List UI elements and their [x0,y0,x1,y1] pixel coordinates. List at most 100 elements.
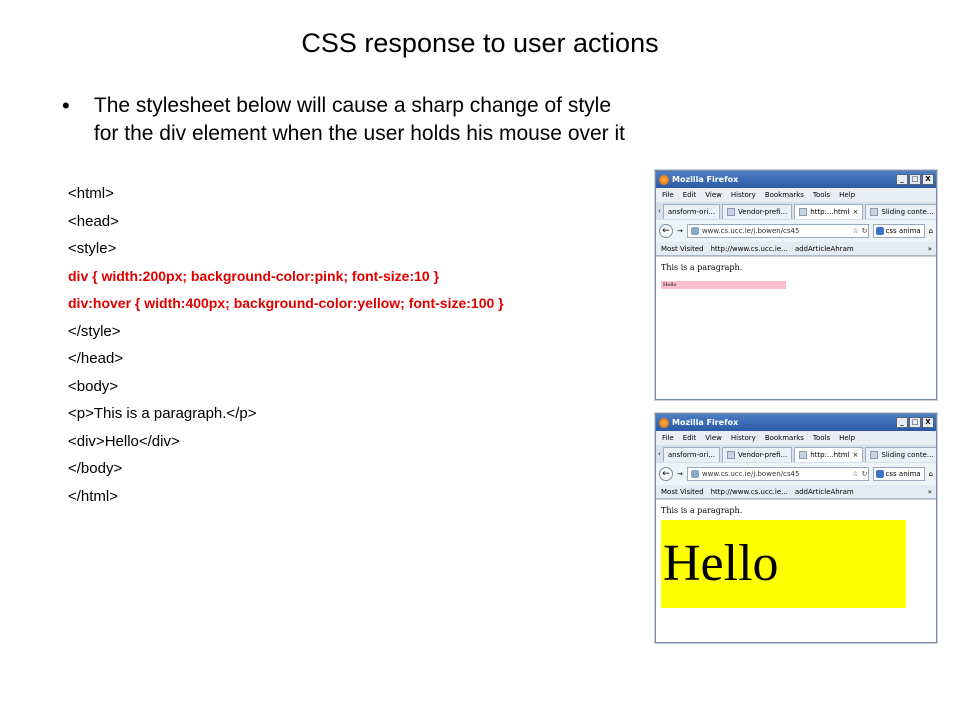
menu-tools[interactable]: Tools [813,434,830,442]
url-bar[interactable]: www.cs.ucc.ie/j.bowen/cs45 ☆ ↻ [686,224,869,238]
bookmark-most-visited[interactable]: Most Visited [661,488,704,496]
bookmark-most-visited[interactable]: Most Visited [661,245,704,253]
nav-bar: ← → www.cs.ucc.ie/j.bowen/cs45 ☆ ↻ css a… [656,220,936,242]
hello-div-hover[interactable]: Hello [661,520,906,608]
menu-history[interactable]: History [731,434,756,442]
menu-file[interactable]: File [662,434,674,442]
menu-file[interactable]: File [662,191,674,199]
tab-label: ansform-ori... [667,450,715,459]
menu-history[interactable]: History [731,191,756,199]
tab-label: http:...html [810,450,850,459]
search-text: css anima [885,470,921,478]
menu-bookmarks[interactable]: Bookmarks [765,434,804,442]
window-titlebar: Mozilla Firefox _ □ X [656,171,936,188]
code-line: </html> [68,487,119,505]
menu-help[interactable]: Help [839,191,855,199]
code-line: <html> [68,185,114,202]
tab-close-icon[interactable]: × [853,451,859,459]
code-line: <p>This is a paragraph.</p> [68,405,257,422]
bullet-point: • The stylesheet below will cause a shar… [62,92,632,148]
tab-close-icon[interactable]: × [853,208,859,216]
forward-arrow-icon[interactable]: → [677,227,683,235]
page-icon [726,450,735,459]
back-arrow-icon[interactable]: ← [659,467,673,481]
tab-bar: ‹ ansform-ori... Vendor-prefi... http:..… [656,202,936,220]
page-icon [870,207,879,216]
url-text: www.cs.ucc.ie/j.bowen/cs45 [701,470,800,478]
page-icon [799,207,808,216]
bullet-text: The stylesheet below will cause a sharp … [93,94,626,145]
home-icon[interactable]: ⌂ [929,470,933,478]
menu-view[interactable]: View [705,434,722,442]
nav-bar: ← → www.cs.ucc.ie/j.bowen/cs45 ☆ ↻ css a… [656,463,936,485]
search-box[interactable]: css anima [872,224,925,238]
menu-bookmarks[interactable]: Bookmarks [765,191,804,199]
tab-sliding[interactable]: Sliding conte... [865,203,936,219]
reload-icon[interactable]: ↻ [862,470,868,478]
site-icon [690,470,699,478]
tab-label: Vendor-prefi... [737,450,788,459]
browser-window-normal: Mozilla Firefox _ □ X File Edit View His… [655,170,937,400]
tab-transform[interactable]: ansform-ori... [662,446,720,462]
bullet-symbol: • [62,93,70,118]
minimize-button[interactable]: _ [896,417,908,428]
search-engine-icon [875,470,884,478]
search-text: css anima [885,227,921,235]
tab-transform[interactable]: ansform-ori... [662,203,720,219]
url-bar[interactable]: www.cs.ucc.ie/j.bowen/cs45 ☆ ↻ [686,467,869,481]
tab-vendor[interactable]: Vendor-prefi... [721,446,793,462]
code-line: <body> [68,377,119,395]
hello-div-normal[interactable]: Hello [661,281,786,289]
code-line: </style> [68,322,121,340]
window-title: Mozilla Firefox [672,175,739,184]
bookmark-ahram[interactable]: addArticleAhram [795,245,854,253]
firefox-logo-icon [659,174,669,185]
tab-active[interactable]: http:...html × [794,203,864,219]
bookmark-cs-ucc[interactable]: http://www.cs.ucc.ie... [711,245,788,253]
code-listing: <html> <head> <style> div { width:200px; ba… [68,180,668,510]
star-icon[interactable]: ☆ [852,470,858,478]
menu-tools[interactable]: Tools [813,191,830,199]
bookmarks-more-icon[interactable]: » [928,488,932,496]
code-line: <div>Hello</div> [68,432,180,450]
home-icon[interactable]: ⌂ [929,227,933,235]
tab-label: http:...html [810,207,850,216]
search-engine-icon [875,227,884,235]
bookmarks-bar: Most Visited http://www.cs.ucc.ie... add… [656,242,936,256]
menu-bar: File Edit View History Bookmarks Tools H… [656,188,936,202]
menu-edit[interactable]: Edit [683,434,697,442]
code-line: div:hover { width:400px; background-colo… [68,295,504,311]
menu-view[interactable]: View [705,191,722,199]
minimize-button[interactable]: _ [896,174,908,185]
back-arrow-icon[interactable]: ← [659,224,673,238]
close-button[interactable]: X [922,417,934,428]
code-line: </body> [68,460,123,477]
code-line: </head> [68,350,124,367]
tab-sliding[interactable]: Sliding conte... [865,446,936,462]
menu-help[interactable]: Help [839,434,855,442]
page-icon [799,450,808,459]
tab-vendor[interactable]: Vendor-prefi... [721,203,793,219]
maximize-button[interactable]: □ [909,174,921,185]
forward-arrow-icon[interactable]: → [677,470,683,478]
paragraph: This is a paragraph. [661,263,743,272]
menu-edit[interactable]: Edit [683,191,697,199]
maximize-button[interactable]: □ [909,417,921,428]
page-content: This is a paragraph. Hello [656,499,936,624]
tab-scroll-left[interactable]: ‹ [658,207,661,215]
code-line: <head> [68,212,119,230]
star-icon[interactable]: ☆ [852,227,858,235]
bookmarks-bar: Most Visited http://www.cs.ucc.ie... add… [656,485,936,499]
tab-active[interactable]: http:...html × [794,446,864,462]
code-line: div { width:200px; background-color:pink… [68,267,440,284]
paragraph: This is a paragraph. [661,506,743,515]
bookmark-cs-ucc[interactable]: http://www.cs.ucc.ie... [711,488,788,496]
tab-scroll-left[interactable]: ‹ [658,450,661,458]
close-button[interactable]: X [922,174,934,185]
bookmark-ahram[interactable]: addArticleAhram [795,488,854,496]
bookmarks-more-icon[interactable]: » [928,245,932,253]
search-box[interactable]: css anima [872,467,925,481]
tab-label: Sliding conte... [881,450,934,459]
reload-icon[interactable]: ↻ [862,227,868,235]
firefox-logo-icon [659,417,669,428]
